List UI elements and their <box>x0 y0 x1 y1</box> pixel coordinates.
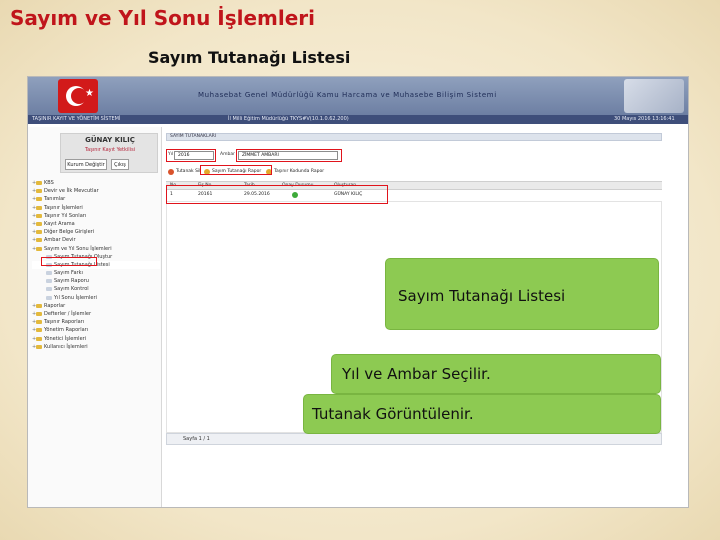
panel-header: SAYIM TUTANAKLARI <box>166 133 662 141</box>
sidebar-item-label: Taşınır Yıl Sonları <box>44 212 87 219</box>
sidebar-item[interactable]: + Sayım ve Yıl Sonu İşlemleri <box>32 245 160 253</box>
page-icon <box>46 271 52 276</box>
sidebar-item[interactable]: + Taşınır İşlemleri <box>32 204 160 212</box>
header-decoration-icon <box>624 79 684 113</box>
sidebar-item[interactable]: Sayım Kontrol <box>32 285 160 293</box>
folder-icon <box>36 328 42 333</box>
sidebar-item-label: Diğer Belge Girişleri <box>44 229 95 236</box>
sidebar-item[interactable]: + Devir ve İlk Mevcutlar <box>32 187 160 195</box>
user-role[interactable]: Taşınır Kayıt Yetkilisi <box>61 147 159 153</box>
sidebar-item-label: Sayım Kontrol <box>54 286 89 293</box>
sidebar-item[interactable]: + KBS <box>32 179 160 187</box>
folder-icon <box>36 221 42 226</box>
sidebar-item[interactable]: + Kullanıcı İşlemleri <box>32 343 160 351</box>
sidebar-item-label: Kayıt Arama <box>44 220 75 227</box>
delete-button[interactable]: Tutanak Sil <box>176 169 200 174</box>
folder-icon <box>36 312 42 316</box>
sidebar-item-label: Sayım Raporu <box>54 278 89 285</box>
folder-icon <box>36 238 42 243</box>
folder-icon <box>36 320 42 325</box>
sidebar-item-label: Sayım ve Yıl Sonu İşlemleri <box>44 245 112 252</box>
folder-icon <box>36 336 42 341</box>
slide-title: Sayım ve Yıl Sonu İşlemleri <box>10 6 316 30</box>
page-icon <box>46 295 52 300</box>
sidebar-item[interactable]: + Raporlar <box>32 302 160 310</box>
sidebar-item-label: Yönetici İşlemleri <box>44 335 87 342</box>
app-header: ★ Muhasebat Genel Müdürlüğü Kamu Harcama… <box>28 77 688 115</box>
callout-select-hint-text: Yıl ve Ambar Seçilir. <box>342 365 491 383</box>
report-highlight <box>200 165 272 175</box>
sidebar-item-label: Taşınır İşlemleri <box>44 204 83 211</box>
folder-icon <box>36 230 42 235</box>
sidebar-item[interactable]: + Ambar Devir <box>32 236 160 244</box>
sidebar-item-label: Raporlar <box>44 302 66 309</box>
left-panel: GÜNAY KILIÇ Taşınır Kayıt Yetkilisi Kuru… <box>28 127 162 507</box>
sidebar-item-label: Devir ve İlk Mevcutlar <box>44 188 99 195</box>
folder-icon <box>36 246 42 251</box>
warehouse-label: Ambar <box>220 152 235 157</box>
system-name: TAŞINIR KAYIT VE YÖNETİM SİSTEMİ <box>32 116 121 122</box>
menu-highlight <box>41 257 97 266</box>
sidebar-item[interactable]: Yıl Sonu İşlemleri <box>32 294 160 302</box>
slide-subtitle: Sayım Tutanağı Listesi <box>148 48 351 67</box>
sidebar-item[interactable]: Sayım Raporu <box>32 277 160 285</box>
sidebar-item-label: Yıl Sonu İşlemleri <box>54 294 97 301</box>
delete-icon <box>168 169 174 175</box>
user-name: GÜNAY KILIÇ <box>85 136 135 144</box>
sidebar-item-label: Sayım Farkı <box>54 270 83 277</box>
folder-icon <box>36 205 42 210</box>
folder-icon <box>36 344 42 349</box>
page-icon <box>46 279 52 284</box>
sidebar-item-label: Taşınır Raporları <box>44 319 85 326</box>
sidebar-item-label: Tanımlar <box>44 196 66 203</box>
callout-select-hint: Yıl ve Ambar Seçilir. <box>331 354 661 394</box>
sidebar-item[interactable]: + Yönetim Raporları <box>32 326 160 334</box>
sidebar-item[interactable]: + Taşınır Yıl Sonları <box>32 212 160 220</box>
sidebar-item-label: Defterler / İşlemler <box>44 311 92 317</box>
info-bar: TAŞINIR KAYIT VE YÖNETİM SİSTEMİ İl Mill… <box>28 115 688 124</box>
callout-list-title-text: Sayım Tutanağı Listesi <box>398 287 566 305</box>
callout-list-title: Sayım Tutanağı Listesi <box>385 258 659 330</box>
app-title: Muhasebat Genel Müdürlüğü Kamu Harcama v… <box>198 91 497 99</box>
row-highlight <box>166 185 388 204</box>
user-box: GÜNAY KILIÇ Taşınır Kayıt Yetkilisi Kuru… <box>60 133 158 173</box>
folder-icon <box>36 189 42 194</box>
callout-view-hint: Tutanak Görüntülenir. <box>303 394 661 434</box>
sidebar-item-label: Ambar Devir <box>44 237 76 244</box>
page-icon <box>46 287 52 292</box>
folder-icon <box>36 303 42 308</box>
sidebar-item[interactable]: + Yönetici İşlemleri <box>32 335 160 343</box>
institution-name: İl Milli Eğitim Müdürlüğü TKYS#V(10.1.0.… <box>228 116 349 122</box>
date-time: 30 Mayıs 2016 13:16:41 <box>614 116 675 122</box>
sidebar-item[interactable]: Sayım Farkı <box>32 269 160 277</box>
pager[interactable]: Sayfa 1 / 1 <box>166 433 662 445</box>
sidebar-item[interactable]: + Taşınır Raporları <box>32 318 160 326</box>
sidebar-item[interactable]: + Diğer Belge Girişleri <box>32 228 160 236</box>
year-highlight <box>166 149 216 162</box>
folder-icon <box>36 197 42 202</box>
callout-view-hint-text: Tutanak Görüntülenir. <box>312 405 474 423</box>
sidebar-item[interactable]: + Defterler / İşlemler <box>32 310 160 318</box>
folder-icon <box>36 181 42 185</box>
sidebar-item-label: KBS <box>44 180 54 186</box>
sidebar-item[interactable]: + Kayıt Arama <box>32 220 160 228</box>
change-unit-button[interactable]: Kurum Değiştir <box>65 159 107 170</box>
sidebar-item-label: Kullanıcı İşlemleri <box>44 343 88 350</box>
flag-icon: ★ <box>58 79 98 113</box>
logout-button[interactable]: Çıkış <box>111 159 129 170</box>
sidebar-item-label: Yönetim Raporları <box>44 327 89 334</box>
barcode-report-button[interactable]: Taşınır Kodunda Rapor <box>274 169 324 174</box>
warehouse-highlight <box>236 149 342 162</box>
folder-icon <box>36 213 42 218</box>
sidebar-item[interactable]: + Tanımlar <box>32 195 160 203</box>
